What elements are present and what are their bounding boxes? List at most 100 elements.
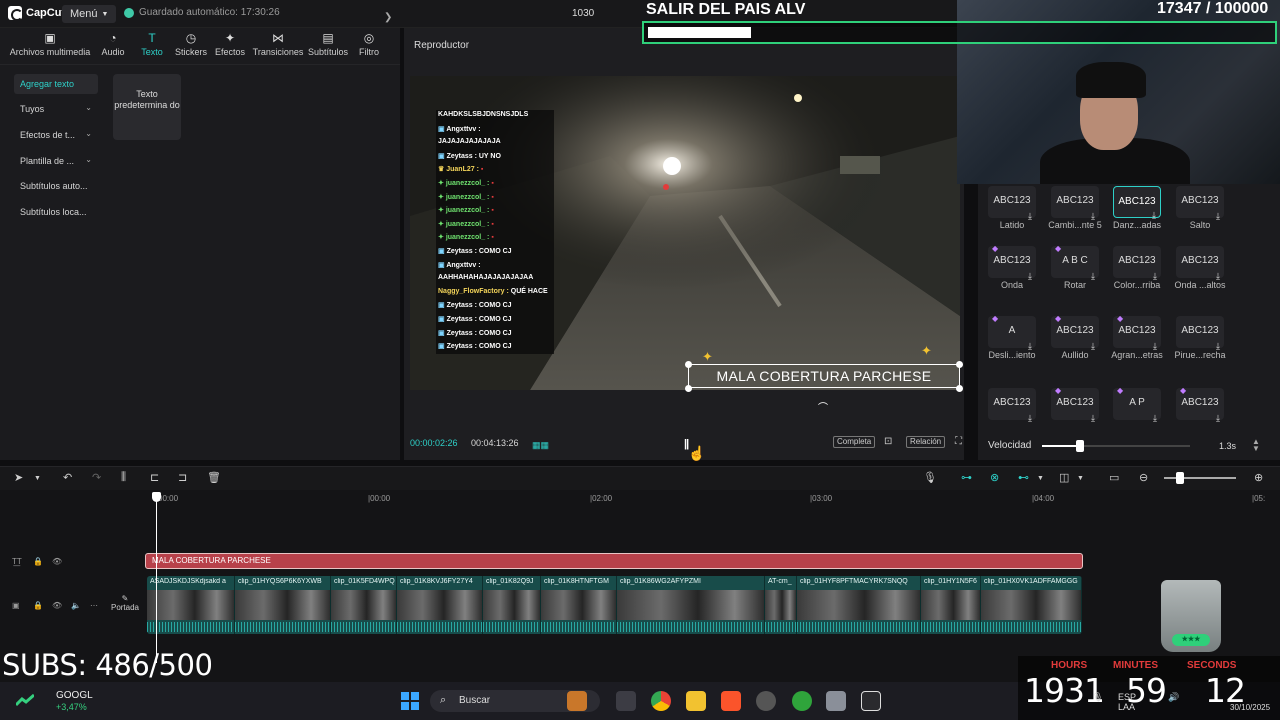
speed-value[interactable]: 1.3s [1219,441,1236,451]
tabs-scroll-right-icon[interactable]: ❯ [384,12,392,23]
brave-icon[interactable] [721,691,741,711]
link-clips-icon[interactable]: ⊶ [961,471,972,484]
default-text-card[interactable]: Texto predetermina do [113,74,181,140]
animation-preset[interactable]: ABC123 ◆ ⤓ [1113,314,1161,351]
download-icon[interactable]: ⤓ [1152,210,1156,220]
trim-left-icon[interactable]: ⊏ [150,471,159,484]
video-clip[interactable]: AT-cm_ [765,576,797,634]
settings-gear-icon[interactable] [826,691,846,711]
split-icon[interactable]: ⫼ [121,471,126,484]
zoom-out-icon[interactable]: ⊖ [1139,471,1148,484]
caption-text-box[interactable]: MALA COBERTURA PARCHESE [688,364,960,388]
language-indicator[interactable]: ESP LAA [1118,692,1136,712]
select-tool-icon[interactable]: ➤ [14,471,23,484]
zoom-in-icon[interactable]: ⊕ [1254,471,1263,484]
chevron-down-icon[interactable]: ▼ [34,475,41,482]
tab-transitions[interactable]: ⋈ Transiciones [247,32,309,58]
volume-icon[interactable]: 🔊 [1168,692,1179,703]
sidebar-item-yours[interactable]: Tuyos ⌄ [14,99,98,119]
task-view-icon[interactable] [616,691,636,711]
eye-icon[interactable]: 👁 [52,557,62,566]
animation-preset[interactable]: ABC123 ⤓ [1176,316,1224,351]
widget-app-icon[interactable] [567,691,587,711]
sidebar-item-templates[interactable]: Plantilla de ... ⌄ [14,151,98,171]
menu-button[interactable]: Menú ▼ [62,5,117,23]
download-icon[interactable]: ⤓ [1216,413,1220,423]
delete-icon[interactable]: 🗑 [207,471,221,484]
preview-axis-icon[interactable]: ◫ [1059,471,1069,484]
resize-handle[interactable] [685,361,692,368]
animation-preset[interactable]: ABC123 ⤓ [1176,246,1224,281]
snapshot-icon[interactable]: ⊡ [884,436,892,447]
sidebar-item-auto-subtitles[interactable]: Subtítulos auto... [14,176,98,196]
animation-preset[interactable]: ABC123 ◆ ⤓ [988,244,1036,281]
animation-preset[interactable]: ABC123 ◆ ⤓ [1051,314,1099,351]
animation-preset[interactable]: ABC123 ⤓ [988,186,1036,221]
chevron-down-icon[interactable]: ▼ [1077,475,1084,482]
rotate-handle-icon[interactable]: ⌒ [818,399,828,414]
video-clip[interactable]: ASADJSKDJSKdjsakd a [147,576,235,634]
download-icon[interactable]: ⤓ [1153,413,1157,423]
animation-preset[interactable]: A ◆ ⤓ [988,314,1036,351]
chevron-down-icon[interactable]: ▼ [1037,475,1044,482]
text-clip[interactable]: MALA COBERTURA PARCHESE [145,553,1083,569]
sidebar-item-text-effects[interactable]: Efectos de t... ⌄ [14,125,98,145]
file-explorer-icon[interactable] [686,691,706,711]
sidebar-item-local-subtitles[interactable]: Subtítulos loca... [14,202,98,222]
timeline-grid-icon[interactable]: ▦▦ [532,440,549,451]
animation-preset[interactable]: ABC123 ⤓ [1113,246,1161,281]
animation-preset[interactable]: ABC123 ⤓ [1113,186,1161,220]
magnet-icon[interactable]: ⊗ [990,471,999,484]
capcut-taskbar-icon[interactable] [861,691,881,711]
settings-app-icon[interactable] [756,691,776,711]
auto-snap-icon[interactable]: ⊷ [1018,471,1029,484]
animation-preset[interactable]: ABC123 ⤓ [1051,186,1099,221]
download-icon[interactable]: ⤓ [1028,413,1032,423]
video-clip[interactable]: clip_01K8HTNFTGM [541,576,617,634]
full-quality-button[interactable]: Completa [833,436,876,448]
ratio-icon[interactable]: ▭ [1109,471,1119,484]
zoom-slider-track[interactable] [1164,477,1236,479]
video-clip[interactable]: clip_01K5FD4WPQ [331,576,397,634]
eye-icon[interactable]: 👁 [52,601,62,610]
tab-media[interactable]: ▣ Archivos multimedia [5,32,95,58]
lock-icon[interactable]: 🔒 [33,557,43,566]
more-icon[interactable]: ⋯ [90,601,98,610]
microphone-tray-icon[interactable]: 🎙 [1092,692,1103,703]
video-clip[interactable]: clip_01K8KVJ6FY27Y4 [397,576,483,634]
resize-handle[interactable] [956,361,963,368]
mute-icon[interactable]: 🔈 [71,601,81,610]
tab-filters[interactable]: ◎ Filtro [356,32,382,57]
animation-preset[interactable]: ABC123 ◆ ⤓ [1176,386,1224,423]
stock-widget[interactable]: GOOGL +3,47% [16,690,93,712]
microphone-icon[interactable]: 🎙 [923,471,937,484]
redo-icon[interactable]: ↷ [92,471,101,484]
video-clip[interactable]: clip_01HYF8PFTMACYRK7SNQQ [797,576,921,634]
animation-preset[interactable]: A P ◆ ⤓ [1113,386,1161,423]
trim-right-icon[interactable]: ⊐ [178,471,187,484]
animation-preset[interactable]: ABC123 ⤓ [1176,186,1224,221]
ratio-button[interactable]: Relación [906,436,946,448]
speed-slider-knob[interactable] [1076,440,1084,452]
tab-subtitles[interactable]: ▤ Subtítulos [303,32,353,58]
video-clip[interactable]: clip_01HX0VK1ADFFAMGGG [981,576,1082,634]
lock-icon[interactable]: 🔒 [33,601,43,610]
animation-preset[interactable]: A B C ◆ ⤓ [1051,244,1099,281]
animation-preset[interactable]: ABC123 ⤓ [988,388,1036,423]
video-clip[interactable]: clip_01HY1N5F6 [921,576,981,634]
cover-button[interactable]: ✎ Portada [110,594,140,618]
project-name[interactable]: 1030 [572,8,594,19]
video-clip[interactable]: clip_01K86WG2AFYPZMI [617,576,765,634]
xbox-icon[interactable] [792,691,812,711]
speed-stepper-icon[interactable]: ▲ ▼ [1252,438,1260,453]
download-icon[interactable]: ⤓ [1091,413,1095,423]
chrome-icon[interactable] [651,691,671,711]
animation-preset[interactable]: ABC123 ◆ ⤓ [1051,386,1099,423]
video-clip[interactable]: clip_01K82Q9J [483,576,541,634]
resize-handle[interactable] [956,385,963,392]
zoom-slider-knob[interactable] [1176,472,1184,484]
video-clip[interactable]: clip_01HYQS6P6K6YXWB [235,576,331,634]
sidebar-item-add-text[interactable]: Agregar texto [14,74,98,94]
undo-icon[interactable]: ↶ [63,471,72,484]
windows-start-icon[interactable] [401,692,419,710]
